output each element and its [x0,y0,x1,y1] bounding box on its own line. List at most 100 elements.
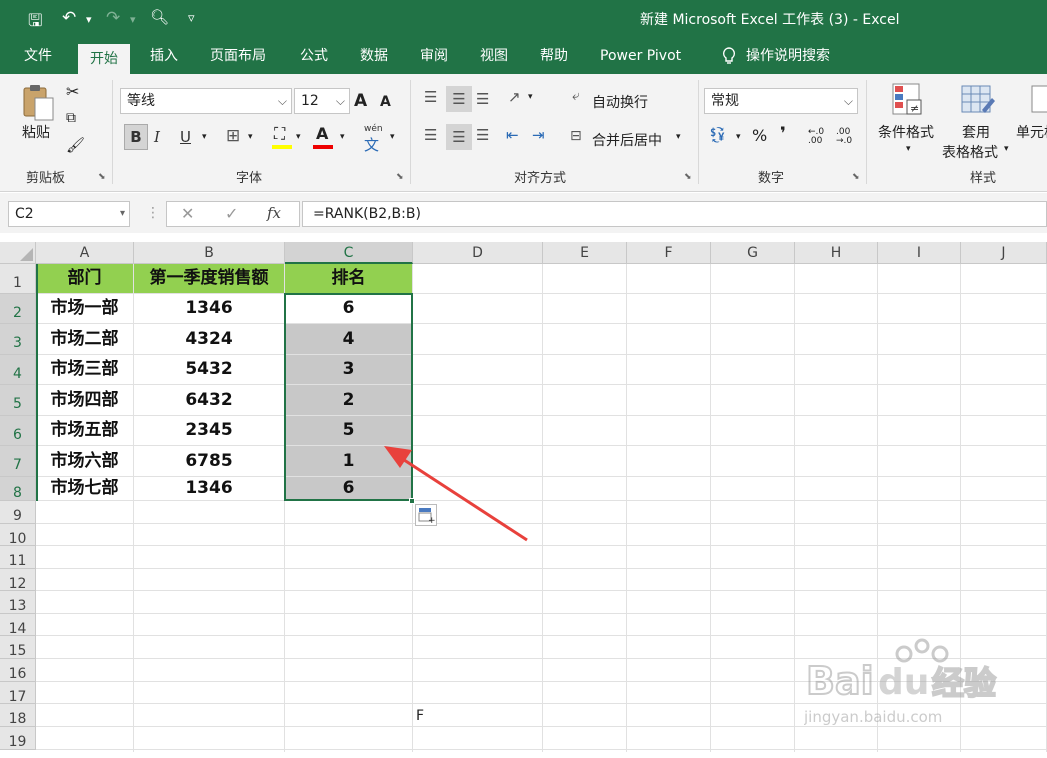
row-header-11[interactable]: 11 [0,546,36,569]
grow-font-button[interactable]: A [354,91,367,111]
percent-button[interactable]: % [752,126,767,145]
table-cell[interactable]: 4 [285,324,412,354]
row-header-18[interactable]: 18 [0,704,36,727]
column-header-d[interactable]: D [413,242,543,264]
tab-file[interactable]: 文件 [12,38,64,74]
phonetic-icon[interactable]: 文 [364,134,379,155]
accounting-dropdown-icon[interactable]: ▾ [736,132,741,142]
worksheet-grid[interactable]: ABCDEFGHIJ 1 2 3 4 5 6 7 8 9 10 11 12 13 14 15 16 17 18 19… [0,242,1047,752]
column-header-e[interactable]: E [543,242,627,264]
tab-insert[interactable]: 插入 [138,38,190,74]
table-cell[interactable]: 6 [285,294,412,323]
align-center-icon[interactable]: ☰ [446,124,472,150]
table-cell[interactable]: 市场七部 [36,477,133,500]
table-cell[interactable]: 1346 [134,477,284,500]
column-header-c[interactable]: C [285,242,413,264]
table-cell[interactable]: 6785 [134,446,284,476]
conditional-format-dropdown-icon[interactable]: ▾ [906,144,911,154]
table-cell[interactable]: 市场三部 [36,355,133,384]
orientation-dropdown-icon[interactable]: ▾ [528,92,533,102]
undo-dropdown-icon[interactable]: ▾ [86,13,92,26]
row-header-12[interactable]: 12 [0,569,36,592]
table-header-cell[interactable]: 第一季度销售额 [134,264,284,293]
font-launcher-icon[interactable]: ⬊ [396,172,404,182]
row-header-2[interactable]: 2 [0,294,36,324]
align-middle-icon[interactable]: ☰ [446,86,472,112]
copy-icon[interactable]: ⧉ [66,110,76,126]
increase-indent-icon[interactable]: ⇥ [532,126,545,144]
column-header-b[interactable]: B [134,242,285,264]
bold-button[interactable]: B [124,124,148,150]
paste-icon[interactable] [20,82,56,122]
align-top-icon[interactable]: ☰ [424,88,437,106]
underline-button[interactable]: U [180,128,191,146]
column-header-j[interactable]: J [961,242,1047,264]
font-color-icon[interactable]: A [316,124,328,143]
format-as-table-label-2[interactable]: 表格格式 [942,142,998,162]
tab-power-pivot[interactable]: Power Pivot [588,38,693,74]
row-header-8[interactable]: 8 [0,477,36,501]
column-header-g[interactable]: G [711,242,795,264]
column-header-f[interactable]: F [627,242,711,264]
number-format-select[interactable]: 常规 ⌵ [704,88,858,114]
clipboard-launcher-icon[interactable]: ⬊ [98,172,106,182]
italic-button[interactable]: I [154,128,160,146]
tab-home[interactable]: 开始 [78,44,130,74]
alignment-launcher-icon[interactable]: ⬊ [684,172,692,182]
row-header-14[interactable]: 14 [0,614,36,637]
paste-label[interactable]: 粘贴 [22,122,50,142]
comma-button[interactable]: ❜ [780,124,786,144]
table-cell[interactable]: 市场一部 [36,294,133,323]
tab-view[interactable]: 视图 [468,38,520,74]
merge-dropdown-icon[interactable]: ▾ [676,132,681,142]
table-cell[interactable]: 市场二部 [36,324,133,354]
row-header-10[interactable]: 10 [0,524,36,547]
table-cell[interactable]: 5432 [134,355,284,384]
tab-review[interactable]: 审阅 [408,38,460,74]
row-header-7[interactable]: 7 [0,446,36,477]
decrease-decimal-button[interactable]: .00 →.0 [836,128,858,146]
tab-help[interactable]: 帮助 [528,38,580,74]
fill-color-icon[interactable]: ⛶ [274,124,285,144]
row-header-17[interactable]: 17 [0,682,36,705]
cell-styles-icon[interactable] [1030,82,1047,122]
border-dropdown-icon[interactable]: ▾ [248,132,253,142]
table-cell[interactable]: 2 [285,385,412,415]
column-header-h[interactable]: H [795,242,878,264]
tell-me-search[interactable]: 操作说明搜索 [734,38,842,74]
column-header-a[interactable]: A [36,242,134,264]
save-icon[interactable]: 🖫 [28,8,42,37]
formula-input[interactable]: =RANK(B2,B:B) [302,201,1047,227]
select-all-button[interactable] [0,242,36,264]
phonetic-dropdown-icon[interactable]: ▾ [390,132,395,142]
redo-dropdown-icon[interactable]: ▾ [130,13,136,26]
format-as-table-icon[interactable] [960,82,996,122]
row-header-1[interactable]: 1 [0,264,36,294]
align-right-icon[interactable]: ☰ [476,126,489,144]
row-header-6[interactable]: 6 [0,416,36,446]
table-header-cell[interactable]: 部门 [36,264,133,293]
row-header-5[interactable]: 5 [0,385,36,416]
cut-icon[interactable]: ✂ [66,82,79,101]
row-header-13[interactable]: 13 [0,591,36,614]
table-cell[interactable]: 市场四部 [36,385,133,415]
font-size-select[interactable]: 12 ⌵ [294,88,350,114]
cell-styles-label[interactable]: 单元格 [1016,122,1047,142]
phonetic-label[interactable]: wén [364,124,383,134]
border-icon[interactable]: ⊞ [226,126,240,146]
conditional-format-icon[interactable]: ≠ [890,82,926,122]
table-cell[interactable]: 1346 [134,294,284,323]
customize-qat-icon[interactable]: ▿ [188,11,195,26]
shrink-font-button[interactable]: A [380,94,391,110]
table-cell[interactable]: 6432 [134,385,284,415]
row-header-15[interactable]: 15 [0,636,36,659]
merge-center-label[interactable]: 合并后居中 [592,130,662,150]
table-cell[interactable]: 2345 [134,416,284,445]
wrap-text-label[interactable]: 自动换行 [592,92,648,112]
format-painter-icon[interactable]: 🖌︎ [66,136,85,154]
row-header-9[interactable]: 9 [0,501,36,524]
enter-icon[interactable]: ✓ [225,204,238,223]
orientation-icon[interactable]: ↗ [508,88,521,106]
row-header-4[interactable]: 4 [0,355,36,385]
redo-icon[interactable]: ↷ [106,8,120,28]
